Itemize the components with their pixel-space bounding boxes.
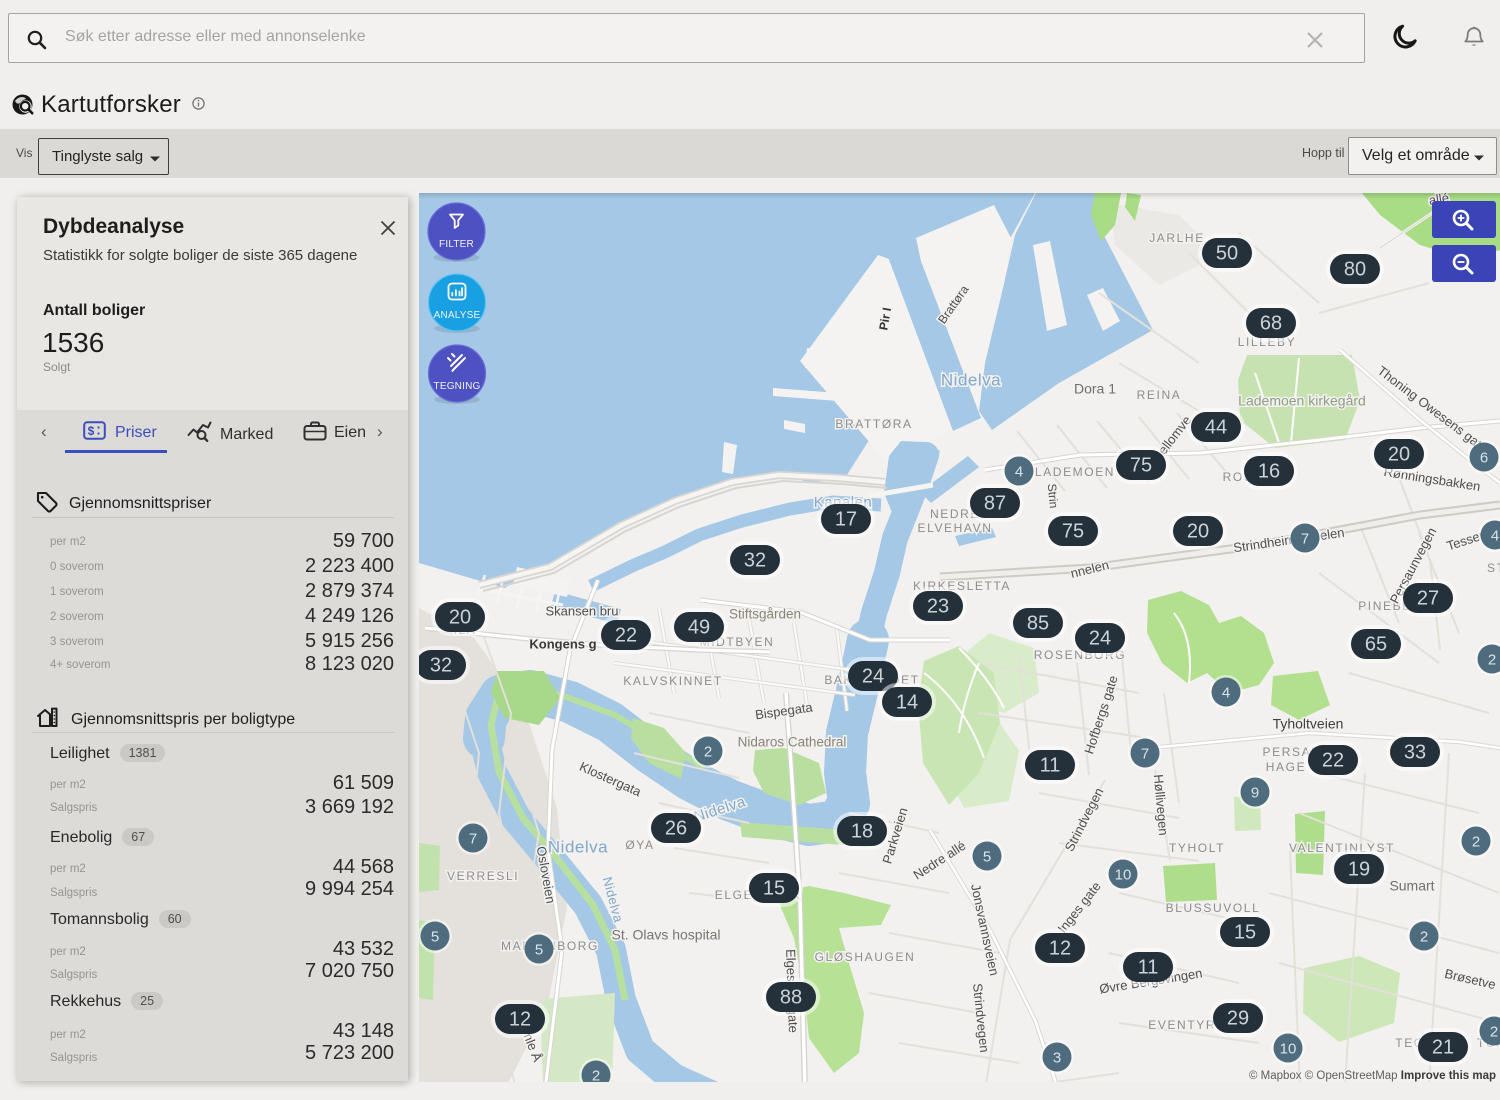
svg-text:Nidelva: Nidelva xyxy=(548,837,608,856)
svg-text:2: 2 xyxy=(1488,652,1496,669)
svg-text:JARLHE: JARLHE xyxy=(1149,231,1205,245)
svg-text:Kongens g: Kongens g xyxy=(529,636,596,651)
svg-text:24: 24 xyxy=(862,666,884,688)
svg-text:80: 80 xyxy=(1344,259,1366,281)
svg-text:St. Olavs hospital: St. Olavs hospital xyxy=(612,927,721,943)
svg-text:4: 4 xyxy=(1222,685,1230,702)
svg-text:Skansen bru: Skansen bru xyxy=(546,603,619,618)
svg-text:24: 24 xyxy=(1089,628,1111,650)
svg-text:32: 32 xyxy=(744,550,766,572)
svg-text:LADEMOEN: LADEMOEN xyxy=(1035,465,1115,479)
svg-text:TEGNING: TEGNING xyxy=(434,381,481,392)
svg-text:Lademoen kirkegård: Lademoen kirkegård xyxy=(1238,393,1366,409)
svg-text:2: 2 xyxy=(592,1068,600,1083)
svg-text:19: 19 xyxy=(1348,859,1370,881)
svg-text:85: 85 xyxy=(1027,613,1049,635)
svg-text:44: 44 xyxy=(1205,417,1227,439)
svg-text:Strin: Strin xyxy=(1045,483,1061,509)
svg-text:4: 4 xyxy=(1491,528,1499,545)
svg-text:11: 11 xyxy=(1138,957,1159,979)
svg-text:12: 12 xyxy=(509,1009,531,1031)
svg-text:18: 18 xyxy=(851,821,873,843)
svg-text:2: 2 xyxy=(704,744,712,761)
svg-text:STRIND: STRIND xyxy=(1487,561,1500,575)
svg-text:33: 33 xyxy=(1404,742,1426,764)
svg-text:23: 23 xyxy=(927,596,949,618)
svg-text:© Mapbox © OpenStreetMap Impro: © Mapbox © OpenStreetMap Improve this ma… xyxy=(1249,1070,1496,1082)
svg-text:32: 32 xyxy=(430,655,452,677)
svg-text:ANALYSE: ANALYSE xyxy=(434,310,481,321)
svg-text:ELVEHAVN: ELVEHAVN xyxy=(917,521,992,535)
svg-text:22: 22 xyxy=(615,625,637,647)
svg-text:3: 3 xyxy=(1053,1050,1061,1067)
svg-text:27: 27 xyxy=(1417,588,1439,610)
svg-text:50: 50 xyxy=(1216,243,1238,265)
svg-text:2: 2 xyxy=(1420,929,1428,946)
svg-text:16: 16 xyxy=(1258,461,1280,483)
svg-text:68: 68 xyxy=(1260,313,1282,335)
svg-text:HAGE: HAGE xyxy=(1266,760,1306,774)
svg-text:20: 20 xyxy=(1187,521,1209,543)
svg-text:6: 6 xyxy=(1480,450,1488,467)
svg-text:65: 65 xyxy=(1365,634,1387,656)
svg-text:5: 5 xyxy=(983,849,991,866)
svg-text:87: 87 xyxy=(984,493,1006,515)
svg-text:Tyholtveien: Tyholtveien xyxy=(1273,716,1344,732)
svg-text:9: 9 xyxy=(1251,785,1259,802)
svg-text:11: 11 xyxy=(1040,755,1061,777)
svg-text:2: 2 xyxy=(1490,1024,1498,1041)
svg-text:12: 12 xyxy=(1049,938,1071,960)
svg-text:FILTER: FILTER xyxy=(439,239,474,250)
svg-text:88: 88 xyxy=(780,987,802,1009)
svg-text:14: 14 xyxy=(896,692,918,714)
svg-text:7: 7 xyxy=(1141,746,1149,763)
svg-text:REINA: REINA xyxy=(1137,388,1182,402)
svg-text:22: 22 xyxy=(1322,750,1344,772)
svg-text:TYHOLT: TYHOLT xyxy=(1169,841,1225,855)
svg-text:BRATTØRA: BRATTØRA xyxy=(835,417,912,431)
svg-text:Dora 1: Dora 1 xyxy=(1074,381,1116,397)
svg-text:$: $ xyxy=(88,424,95,438)
svg-text:5: 5 xyxy=(535,942,543,959)
svg-text:75: 75 xyxy=(1130,455,1152,477)
svg-text:10: 10 xyxy=(1280,1041,1297,1058)
svg-text:26: 26 xyxy=(665,818,687,840)
svg-text:Stiftsgården: Stiftsgården xyxy=(729,607,801,622)
svg-text:5: 5 xyxy=(431,929,439,946)
svg-text:20: 20 xyxy=(1388,444,1410,466)
svg-text:17: 17 xyxy=(835,509,857,531)
svg-text:20: 20 xyxy=(449,607,471,629)
svg-text:7: 7 xyxy=(469,831,477,848)
svg-text:ØYA: ØYA xyxy=(625,838,654,852)
svg-text:15: 15 xyxy=(763,878,785,900)
svg-text:4: 4 xyxy=(1015,464,1023,481)
svg-text:KALVSKINNET: KALVSKINNET xyxy=(623,674,722,688)
svg-text:7: 7 xyxy=(1301,531,1309,548)
svg-text:2: 2 xyxy=(1472,834,1480,851)
svg-text:75: 75 xyxy=(1062,521,1084,543)
svg-text:15: 15 xyxy=(1234,922,1256,944)
svg-text:Sumart: Sumart xyxy=(1389,878,1434,894)
svg-text:VERRESLI: VERRESLI xyxy=(447,869,519,883)
svg-text:Nidaros Cathedral: Nidaros Cathedral xyxy=(738,735,847,750)
svg-text:10: 10 xyxy=(1115,867,1132,884)
svg-text:21: 21 xyxy=(1432,1037,1454,1059)
svg-text:49: 49 xyxy=(688,617,710,639)
svg-text:29: 29 xyxy=(1227,1008,1249,1030)
svg-text:Nidelva: Nidelva xyxy=(941,370,1001,389)
svg-text:GLØSHAUGEN: GLØSHAUGEN xyxy=(815,950,916,964)
